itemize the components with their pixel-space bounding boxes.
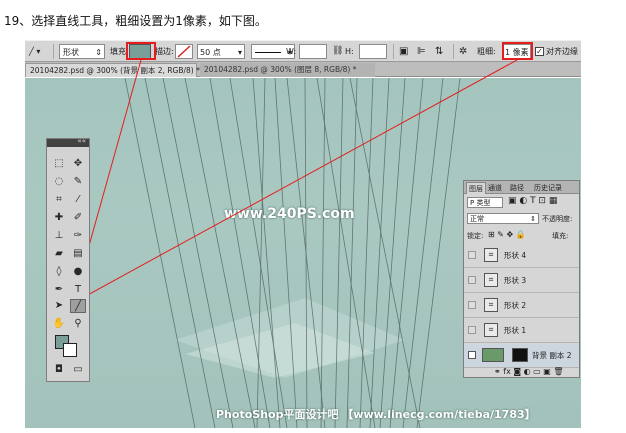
quick-select-tool-icon[interactable]: ✎: [70, 175, 86, 189]
tab-label: 20104282.psd @ 300% (图层 8, RGB/8) *: [204, 65, 357, 74]
stroke-type-line: [255, 52, 281, 53]
eye-icon[interactable]: [468, 351, 476, 359]
lock-label: 锁定:: [467, 232, 484, 240]
lasso-tool-icon[interactable]: ◌: [51, 175, 67, 189]
collapse-icon[interactable]: ««: [77, 137, 86, 145]
stroke-swatch[interactable]: [175, 44, 193, 59]
layer-name: 背景 副本 2: [532, 351, 572, 360]
zoom-tool-icon[interactable]: ⚲: [70, 317, 86, 331]
link-icon[interactable]: ⛓: [332, 44, 343, 59]
lock-icons[interactable]: ⊞ ✎ ✥ 🔒: [488, 230, 526, 239]
tab-document-1[interactable]: 20104282.psd @ 300% (背景 副本 2, RGB/8) *: [25, 63, 200, 77]
opacity-label: 不透明度:: [542, 215, 573, 223]
shape-layer-thumbnail-icon: ⌗: [484, 273, 498, 287]
clone-stamp-tool-icon[interactable]: ⊥: [51, 229, 67, 243]
healing-brush-tool-icon[interactable]: ✚: [51, 211, 67, 225]
align-edges-checkbox[interactable]: ✓: [535, 47, 544, 56]
tool-mode-select[interactable]: 形状 ⇕: [59, 44, 105, 59]
layer-row-background-copy-2[interactable]: 背景 副本 2: [464, 344, 579, 368]
visibility-toggle[interactable]: [468, 276, 476, 284]
layer-row-shape-4[interactable]: ⌗ 形状 4: [464, 244, 579, 268]
gradient-tool-icon[interactable]: ▤: [70, 247, 86, 261]
caption: 19、选择直线工具，粗细设置为1像素，如下图。: [4, 14, 267, 28]
hand-tool-icon[interactable]: ✋: [51, 317, 67, 331]
blur-tool-icon[interactable]: ◊: [51, 265, 67, 279]
watermark: www.240PS.com: [224, 206, 355, 222]
layer-row-shape-3[interactable]: ⌗ 形状 3: [464, 269, 579, 293]
eraser-tool-icon[interactable]: ▰: [51, 247, 67, 261]
panel-tabs: 图层 通道 路径 历史记录: [464, 181, 579, 194]
tab-label: 20104282.psd @ 300% (背景 副本 2, RGB/8) *: [30, 66, 200, 75]
layer-row-shape-1[interactable]: ⌗ 形状 1: [464, 319, 579, 343]
layer-mask-thumbnail: [512, 348, 528, 362]
brush-tool-icon[interactable]: ✐: [70, 211, 86, 225]
layer-name: 形状 4: [504, 251, 527, 260]
h-label: H:: [345, 47, 354, 56]
layer-image-thumbnail: [482, 348, 504, 362]
visibility-toggle[interactable]: [468, 326, 476, 334]
shape-layer-thumbnail-icon: ⌗: [484, 248, 498, 262]
blend-mode-select[interactable]: 正常 ⇕: [467, 213, 539, 224]
visibility-toggle[interactable]: [468, 251, 476, 259]
line-tool-preset-icon[interactable]: ╱ ▾: [29, 44, 40, 59]
visibility-toggle[interactable]: [468, 301, 476, 309]
blend-mode-value: 正常: [470, 215, 484, 223]
stroke-size-value: 50 点: [200, 48, 221, 57]
filter-icons[interactable]: ▣ ◐ T ⊡ ▦: [508, 196, 557, 206]
pen-tool-icon[interactable]: ✒: [51, 283, 67, 297]
tab-paths[interactable]: 路径: [508, 182, 526, 194]
layers-panel: 图层 通道 路径 历史记录 P 类型 ▣ ◐ T ⊡ ▦ 正常 ⇕ 不透明度: …: [463, 180, 580, 378]
tab-layers[interactable]: 图层: [466, 182, 486, 194]
path-arrangement-icon[interactable]: ⇅: [435, 44, 443, 59]
fill-label: 填充:: [552, 232, 569, 240]
line-tool-icon[interactable]: ╱: [70, 299, 86, 313]
move-tool-icon[interactable]: ✥: [70, 157, 86, 171]
toolbox: «« ⬚ ✥ ◌ ✎ ⌗ ⁄ ✚ ✐ ⊥ ✑ ▰ ▤ ◊ ● ✒ T ➤ ╱ ✋…: [46, 137, 90, 382]
layer-filter-select[interactable]: P 类型: [467, 197, 503, 208]
layer-name: 形状 3: [504, 276, 527, 285]
shape-layer-thumbnail-icon: ⌗: [484, 323, 498, 337]
chevron-down-icon: ▾: [237, 48, 242, 57]
align-edges-label: 对齐边缘: [546, 47, 578, 56]
quick-mask-icon[interactable]: ◘: [51, 363, 67, 377]
path-selection-tool-icon[interactable]: ➤: [51, 299, 67, 313]
crop-tool-icon[interactable]: ⌗: [51, 193, 67, 207]
tab-document-2[interactable]: 20104282.psd @ 300% (图层 8, RGB/8) *: [200, 63, 375, 77]
footer-credit: PhotoShop平面设计吧 【www.linecg.com/tieba/178…: [216, 408, 536, 421]
path-alignment-icon[interactable]: ⊫: [417, 44, 426, 59]
height-input[interactable]: [359, 44, 387, 59]
document-tabs: 20104282.psd @ 300% (背景 副本 2, RGB/8) * 2…: [25, 62, 581, 77]
layer-actions-bar[interactable]: ⚭ fx ◙ ◐ ▭ ▣ 🗑: [494, 367, 564, 376]
tab-channels[interactable]: 通道: [486, 182, 504, 194]
no-stroke-icon: [177, 45, 191, 58]
weight-label: 粗细:: [477, 47, 496, 56]
marquee-tool-icon[interactable]: ⬚: [51, 157, 67, 171]
path-operations-icon[interactable]: ▣: [399, 44, 408, 59]
layer-row-shape-2[interactable]: ⌗ 形状 2: [464, 294, 579, 318]
toolbox-titlebar[interactable]: ««: [47, 137, 89, 147]
options-bar: ╱ ▾ 形状 ⇕ 填充: 描边: 50 点 ▾ ▾ W: ⛓ H: ▣ ⊫ ⇅ …: [25, 40, 581, 62]
tab-history[interactable]: 历史记录: [532, 182, 564, 194]
stroke-size-input[interactable]: 50 点 ▾: [197, 44, 245, 59]
stroke-label: 描边:: [155, 47, 174, 56]
weight-highlight-box: [502, 42, 533, 60]
type-tool-icon[interactable]: T: [70, 283, 86, 297]
background-color-swatch[interactable]: [63, 343, 77, 357]
history-brush-tool-icon[interactable]: ✑: [70, 229, 86, 243]
layer-name: 形状 2: [504, 301, 527, 310]
w-label: W:: [286, 47, 297, 56]
fill-highlight-box: [126, 42, 156, 60]
tool-mode-value: 形状: [63, 48, 79, 57]
screen-mode-icon[interactable]: ▭: [70, 363, 86, 377]
width-input[interactable]: [299, 44, 327, 59]
dodge-tool-icon[interactable]: ●: [70, 265, 86, 279]
chevron-down-icon: ⇕: [95, 48, 102, 57]
chevron-down-icon: ⇕: [530, 215, 536, 223]
shape-layer-thumbnail-icon: ⌗: [484, 298, 498, 312]
eyedropper-tool-icon[interactable]: ⁄: [70, 193, 86, 207]
layer-name: 形状 1: [504, 326, 527, 335]
gear-icon[interactable]: ✲: [459, 44, 467, 59]
